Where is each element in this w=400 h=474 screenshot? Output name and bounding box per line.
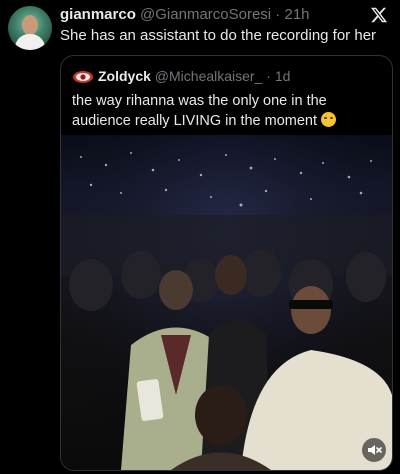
separator-dot: · — [271, 6, 285, 23]
post-text: She has an assistant to do the recording… — [60, 27, 377, 44]
video-frame — [61, 135, 392, 470]
post-time[interactable]: 21h — [284, 6, 309, 23]
avatar[interactable] — [8, 6, 52, 50]
quote-time[interactable]: 1d — [275, 68, 291, 84]
speaker-muted-icon[interactable] — [362, 438, 386, 462]
x-logo-icon — [370, 7, 388, 23]
handle[interactable]: @GianmarcoSoresi — [140, 6, 271, 23]
quote-text-block: the way rihanna was the only one in the … — [72, 91, 382, 131]
quote-avatar[interactable] — [72, 66, 94, 88]
quoted-post[interactable]: Zoldyck @Michealkaiser_ · 1d the way rih… — [60, 55, 393, 471]
crying-laughing-emoji-icon — [321, 112, 337, 127]
quote-handle[interactable]: @Michealkaiser_ — [155, 68, 263, 84]
quote-display-name[interactable]: Zoldyck — [98, 68, 151, 84]
post-header: gianmarco @GianmarcoSoresi · 21h — [60, 6, 310, 24]
avatar-body — [15, 34, 45, 50]
separator-dot: · — [262, 68, 275, 84]
display-name[interactable]: gianmarco — [60, 6, 136, 23]
avatar-face — [22, 15, 38, 35]
video-player[interactable] — [61, 135, 392, 470]
quote-text: the way rihanna was the only one in the … — [72, 93, 327, 129]
quote-header: Zoldyck @Michealkaiser_ · 1d — [98, 67, 290, 85]
